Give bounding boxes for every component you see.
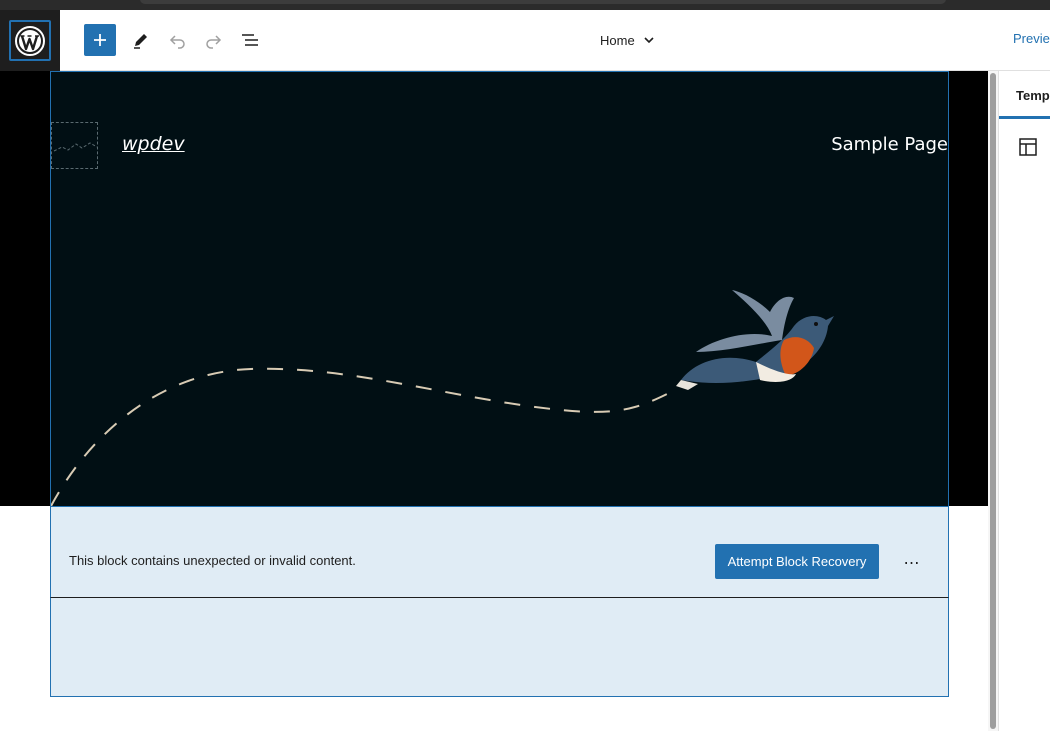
plus-icon xyxy=(94,34,106,46)
undo-button[interactable] xyxy=(162,24,194,56)
wordpress-logo-icon[interactable] xyxy=(9,20,51,61)
more-options-icon[interactable]: ⋯ xyxy=(897,548,927,578)
warning-message: This block contains unexpected or invali… xyxy=(69,553,356,568)
editor-canvas: wpdev Sample Page This block contains un… xyxy=(0,71,998,731)
template-layout-icon xyxy=(1019,138,1037,156)
tab-template[interactable]: Temp xyxy=(1016,88,1050,103)
browser-chrome-strip xyxy=(0,0,1050,10)
settings-sidebar: Temp xyxy=(998,71,1050,731)
template-header-area: wpdev Sample Page xyxy=(0,71,998,507)
browser-address-pill xyxy=(140,0,946,4)
document-title-dropdown[interactable]: Home xyxy=(600,29,657,51)
undo-icon xyxy=(169,35,185,49)
site-hub[interactable] xyxy=(0,10,60,71)
list-view-button[interactable] xyxy=(234,24,266,56)
cover-block[interactable]: wpdev Sample Page xyxy=(50,71,949,507)
redo-button[interactable] xyxy=(197,24,229,56)
chevron-down-icon xyxy=(644,37,654,44)
invalid-block-warning: This block contains unexpected or invali… xyxy=(50,506,949,598)
document-title: Home xyxy=(600,32,635,48)
list-view-icon xyxy=(242,34,258,46)
pencil-icon xyxy=(134,34,147,49)
tab-active-indicator xyxy=(999,116,1050,119)
scrollbar-thumb[interactable] xyxy=(990,73,996,729)
canvas-scrollbar[interactable] xyxy=(988,71,998,731)
redo-icon xyxy=(206,35,222,49)
preview-button[interactable]: Previe xyxy=(1013,31,1050,46)
editor-topbar: Home Previe xyxy=(0,10,1050,71)
add-block-button[interactable] xyxy=(84,24,116,56)
edit-tool-button[interactable] xyxy=(125,24,157,56)
invalid-block-body[interactable] xyxy=(50,598,949,697)
attempt-block-recovery-button[interactable]: Attempt Block Recovery xyxy=(715,544,879,579)
bird-illustration xyxy=(51,290,834,507)
